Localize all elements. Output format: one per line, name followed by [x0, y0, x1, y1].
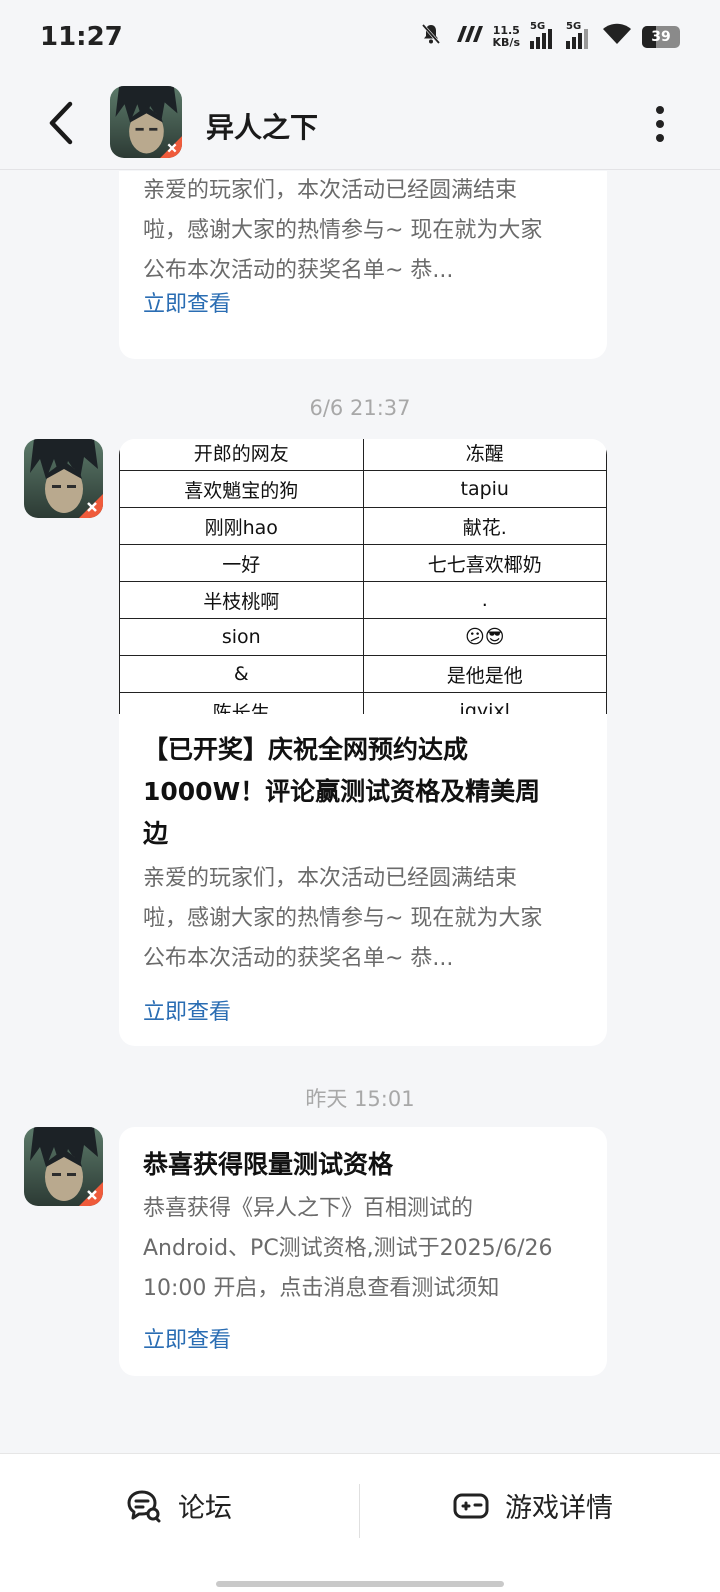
status-bar: 11:27 11.5 KB/s 5G 5G 39	[0, 0, 720, 80]
table-row: 开郎的网友 冻醒	[119, 439, 607, 471]
table-row: 刚刚hao 献花.	[119, 507, 607, 545]
mute-bell-icon	[419, 22, 443, 51]
table-cell: 半枝桃啊	[119, 581, 364, 619]
gamepad-icon	[453, 1493, 489, 1518]
sender-avatar[interactable]	[24, 1127, 103, 1206]
table-cell: 七七喜欢椰奶	[362, 544, 607, 582]
message-description: 恭喜获得《异人之下》百相测试的 Android、PC测试资格,测试于2025/6…	[143, 1196, 553, 1301]
nfc-icon	[453, 24, 483, 49]
message-card[interactable]: 亲爱的玩家们，本次活动已经圆满结束 啦，感谢大家的热情参与~ 现在就为大家 公布…	[119, 171, 607, 359]
tab-forum-label: 论坛	[178, 1493, 232, 1524]
winner-table: 开郎的网友 冻醒 喜欢魈宝的狗 tapiu 刚刚hao 献花. 一好 七七喜欢椰奶 半枝桃啊. s…	[119, 439, 607, 714]
tab-game-details[interactable]: 游戏详情	[453, 1486, 613, 1525]
status-time: 11:27	[40, 22, 123, 52]
signal-icon: 5G	[566, 21, 592, 49]
message-card[interactable]: 开郎的网友 冻醒 喜欢魈宝的狗 tapiu 刚刚hao 献花. 一好 七七喜欢椰奶 半枝桃啊. s…	[119, 439, 607, 1046]
timestamp: 昨天 15:01	[305, 1087, 415, 1111]
tab-game-details-label: 游戏详情	[505, 1493, 613, 1524]
view-now-link[interactable]: 立即查看	[143, 994, 231, 1026]
speed-unit: KB/s	[492, 35, 520, 49]
bottom-bar: 论坛 游戏详情	[0, 1453, 720, 1592]
table-cell: 陈长生	[119, 692, 364, 714]
message-list[interactable]: 亲爱的玩家们，本次活动已经圆满结束 啦，感谢大家的热情参与~ 现在就为大家 公布…	[0, 171, 720, 1451]
more-vertical-icon	[656, 106, 664, 114]
timestamp: 6/6 21:37	[309, 396, 411, 420]
table-cell: 是他是他	[362, 655, 607, 693]
table-cell: 献花.	[362, 507, 607, 545]
app-header: 异人之下	[0, 80, 720, 170]
table-row: 一好 七七喜欢椰奶	[119, 544, 607, 582]
view-now-link[interactable]: 立即查看	[143, 1322, 231, 1354]
table-cell: 开郎的网友	[119, 439, 364, 471]
table-cell: 一好	[119, 544, 364, 582]
message-description: 亲爱的玩家们，本次活动已经圆满结束 啦，感谢大家的热情参与~ 现在就为大家 公布…	[143, 178, 543, 283]
chevron-left-icon	[49, 101, 73, 145]
speed-value: 11.5	[492, 23, 520, 37]
status-icons: 11.5 KB/s 5G 5G 39	[419, 21, 680, 51]
back-button[interactable]	[36, 98, 86, 148]
wifi-icon	[602, 23, 632, 50]
message-title: 【已开奖】庆祝全网预约达成 1000W！评论赢测试资格及精美周 边	[143, 735, 541, 848]
sim2-label: 5G	[566, 20, 582, 32]
message-description: 亲爱的玩家们，本次活动已经圆满结束 啦，感谢大家的热情参与~ 现在就为大家 公布…	[143, 866, 543, 971]
home-indicator[interactable]	[216, 1581, 504, 1587]
sender-avatar[interactable]	[24, 439, 103, 518]
page-title: 异人之下	[206, 111, 319, 144]
forum-chat-icon	[127, 1490, 161, 1522]
network-speed: 11.5 KB/s	[492, 23, 520, 49]
table-row: & 是他是他	[119, 655, 607, 693]
more-button[interactable]	[650, 106, 670, 142]
table-row: 喜欢魈宝的狗 tapiu	[119, 470, 607, 508]
tab-forum[interactable]: 论坛	[126, 1486, 232, 1525]
table-cell: 喜欢魈宝的狗	[119, 470, 364, 508]
signal-icon: 5G	[530, 21, 556, 49]
battery-level: 39	[651, 28, 671, 45]
message-card[interactable]: 恭喜获得限量测试资格 恭喜获得《异人之下》百相测试的 Android、PC测试资…	[119, 1127, 607, 1376]
table-cell: 刚刚hao	[119, 507, 364, 545]
table-cell: sion	[119, 618, 364, 656]
table-cell: tapiu	[362, 470, 607, 508]
sim1-label: 5G	[530, 20, 546, 32]
message-title: 恭喜获得限量测试资格	[143, 1150, 394, 1179]
game-avatar[interactable]	[110, 86, 182, 158]
tab-divider	[359, 1484, 360, 1538]
table-cell: jqyixl	[362, 692, 607, 714]
table-row: 半枝桃啊.	[119, 581, 607, 619]
table-row: sion 😕😎	[119, 618, 607, 656]
table-row: 陈长生 jqyixl	[119, 692, 607, 714]
table-cell: &	[119, 655, 364, 693]
message-image: 开郎的网友 冻醒 喜欢魈宝的狗 tapiu 刚刚hao 献花. 一好 七七喜欢椰奶 半枝桃啊. s…	[119, 439, 607, 714]
table-cell: 冻醒	[362, 439, 607, 471]
table-cell: .	[362, 581, 607, 619]
table-cell: 😕😎	[362, 618, 607, 656]
view-now-link[interactable]: 立即查看	[143, 286, 231, 318]
battery-icon: 39	[642, 25, 680, 48]
